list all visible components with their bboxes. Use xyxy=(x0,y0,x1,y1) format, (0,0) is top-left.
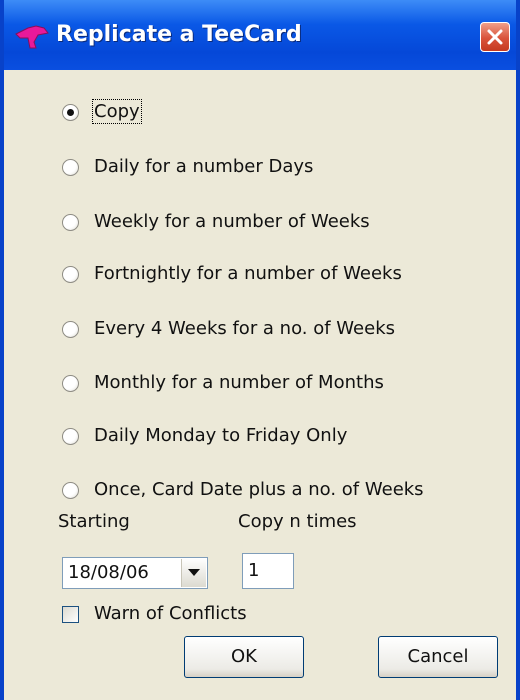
window-title: Replicate a TeeCard xyxy=(56,22,302,47)
starting-label: Starting xyxy=(58,511,130,532)
radio-button[interactable] xyxy=(62,214,79,231)
option-label: Daily for a number Days xyxy=(94,156,314,177)
option-label: Daily Monday to Friday Only xyxy=(94,425,348,446)
starting-date-value: 18/08/06 xyxy=(68,562,149,583)
radio-selected-dot xyxy=(67,109,74,116)
dropdown-button[interactable] xyxy=(181,559,206,587)
radio-button[interactable] xyxy=(62,159,79,176)
option-label: Copy xyxy=(92,99,142,124)
radio-button[interactable] xyxy=(62,321,79,338)
cancel-button[interactable]: Cancel xyxy=(378,636,498,678)
starting-date-dropdown[interactable]: 18/08/06 xyxy=(62,557,208,589)
warn-conflicts-checkbox[interactable] xyxy=(62,606,79,623)
option-label: Every 4 Weeks for a no. of Weeks xyxy=(94,318,395,339)
radio-button[interactable] xyxy=(62,482,79,499)
option-label: Monthly for a number of Months xyxy=(94,372,384,393)
title-bar[interactable]: Replicate a TeeCard xyxy=(4,0,516,70)
option-label: Once, Card Date plus a no. of Weeks xyxy=(94,479,424,500)
copy-times-value: 1 xyxy=(248,560,260,581)
replicate-dialog: Replicate a TeeCard Copy Daily for a num… xyxy=(0,0,520,700)
radio-button[interactable] xyxy=(62,428,79,445)
teecard-app-icon xyxy=(14,24,50,50)
option-label: Fortnightly for a number of Weeks xyxy=(94,263,402,284)
warn-conflicts-label: Warn of Conflicts xyxy=(94,603,247,624)
copy-times-label: Copy n times xyxy=(238,511,357,532)
copy-times-input[interactable]: 1 xyxy=(242,553,294,589)
radio-button[interactable] xyxy=(62,375,79,392)
option-label: Weekly for a number of Weeks xyxy=(94,211,370,232)
ok-button[interactable]: OK xyxy=(184,636,304,678)
radio-button[interactable] xyxy=(62,266,79,283)
close-button[interactable] xyxy=(480,22,510,52)
radio-button[interactable] xyxy=(62,104,79,121)
